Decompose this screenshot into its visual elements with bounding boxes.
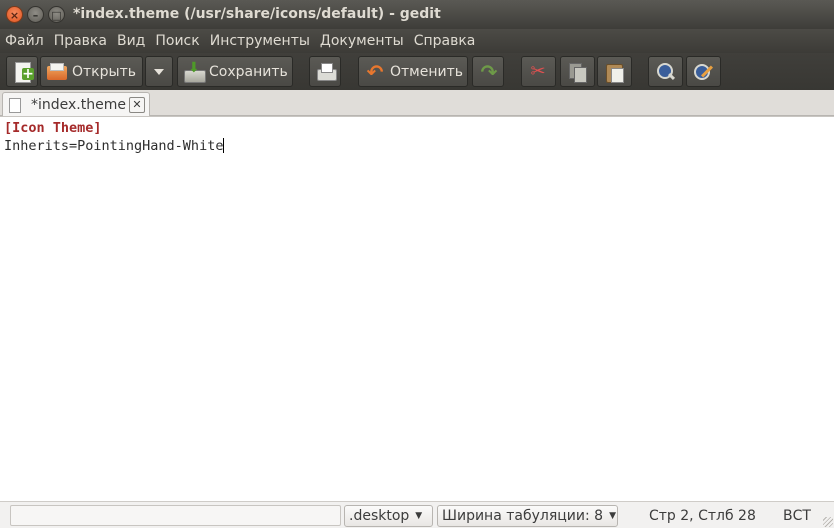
find-replace-icon	[692, 61, 714, 83]
new-document-icon	[12, 61, 34, 83]
menu-view[interactable]: Вид	[117, 33, 145, 49]
editor-line-text: Inherits=PointingHand-White	[4, 138, 224, 154]
printer-icon	[315, 61, 337, 83]
menu-documents[interactable]: Документы	[320, 33, 404, 49]
tab-close-button[interactable]: ✕	[129, 97, 145, 113]
print-button[interactable]	[309, 56, 341, 87]
cursor-position: Стр 2, Стлб 28	[649, 508, 756, 524]
redo-button[interactable]: ↷	[472, 56, 504, 87]
window-title: *index.theme (/usr/share/icons/default) …	[73, 6, 441, 22]
redo-icon: ↷	[480, 59, 498, 84]
title-bar: × – □ *index.theme (/usr/share/icons/def…	[0, 0, 834, 29]
replace-button[interactable]	[686, 56, 721, 87]
chevron-down-icon	[154, 68, 164, 75]
new-document-button[interactable]	[6, 56, 38, 87]
save-button-label: Сохранить	[209, 63, 288, 80]
undo-button-label: Отменить	[390, 63, 464, 80]
menu-search[interactable]: Поиск	[155, 33, 199, 49]
cut-button[interactable]: ✂	[521, 56, 556, 87]
paste-button[interactable]	[597, 56, 632, 87]
status-message-area	[10, 505, 341, 526]
window-minimize-button[interactable]: –	[27, 6, 44, 23]
undo-icon: ↶	[366, 59, 384, 84]
editor-line: [Icon Theme]	[4, 120, 102, 136]
chevron-down-icon: ▼	[609, 511, 616, 521]
text-document-icon	[9, 97, 21, 113]
language-selector-value: .desktop	[349, 508, 410, 524]
resize-grip[interactable]	[823, 517, 833, 527]
menu-tools[interactable]: Инструменты	[210, 33, 310, 49]
copy-icon	[566, 61, 588, 83]
find-button[interactable]	[648, 56, 683, 87]
window-maximize-button[interactable]: □	[48, 6, 65, 23]
copy-button[interactable]	[560, 56, 595, 87]
menu-bar: Файл Правка Вид Поиск Инструменты Докуме…	[0, 29, 834, 53]
document-tabs: *index.theme ✕	[0, 90, 834, 117]
scissors-icon: ✂	[530, 60, 546, 82]
undo-button[interactable]: ↶ Отменить	[358, 56, 468, 87]
toolbar: Открыть Сохранить ↶ Отменить ↷ ✂	[0, 53, 834, 90]
clipboard-icon	[603, 61, 625, 83]
magnifier-icon	[654, 61, 676, 83]
editor-line: Inherits=PointingHand-White	[4, 137, 225, 155]
folder-open-icon	[46, 61, 68, 83]
status-bar: .desktop ▼ Ширина табуляции: 8 ▼ Стр 2, …	[0, 501, 834, 528]
open-button[interactable]: Открыть	[40, 56, 143, 87]
menu-help[interactable]: Справка	[414, 33, 476, 49]
text-cursor	[223, 138, 225, 153]
text-editor[interactable]: [Icon Theme] Inherits=PointingHand-White	[0, 116, 834, 501]
language-selector[interactable]: .desktop ▼	[344, 505, 433, 527]
save-button[interactable]: Сохранить	[177, 56, 293, 87]
open-button-label: Открыть	[72, 63, 136, 80]
insert-mode-indicator: ВСТ	[783, 508, 811, 524]
window-close-button[interactable]: ×	[6, 6, 23, 23]
save-icon	[183, 60, 206, 83]
tab-width-selector[interactable]: Ширина табуляции: 8 ▼	[437, 505, 618, 527]
tab-width-value: Ширина табуляции: 8	[442, 508, 604, 524]
tab-label: *index.theme	[31, 97, 126, 113]
menu-edit[interactable]: Правка	[54, 33, 107, 49]
recent-files-dropdown[interactable]	[145, 56, 173, 87]
tab-index-theme[interactable]: *index.theme ✕	[2, 92, 150, 117]
menu-file[interactable]: Файл	[5, 33, 44, 49]
chevron-down-icon: ▼	[415, 511, 423, 521]
